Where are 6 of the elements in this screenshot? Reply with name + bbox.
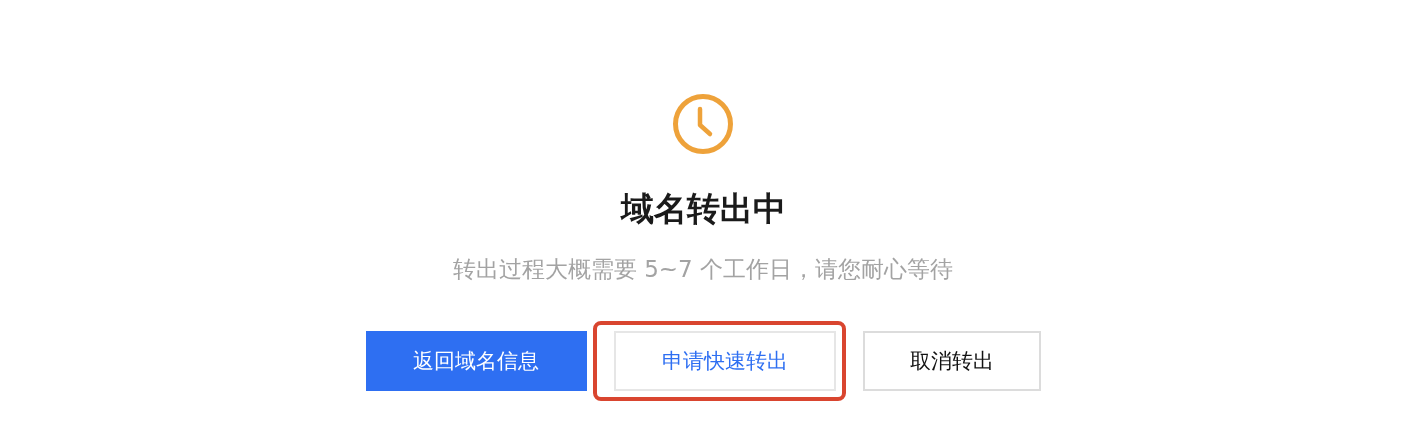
action-button[interactable]: 取消转出 xyxy=(862,331,1041,391)
action-button[interactable]: 返回域名信息 xyxy=(365,331,587,391)
action-button[interactable]: 申请快速转出 xyxy=(613,331,836,391)
clock-icon xyxy=(672,93,734,155)
status-description: 转出过程大概需要 5~7 个工作日，请您耐心等待 xyxy=(452,255,954,284)
status-title: 域名转出中 xyxy=(620,188,786,230)
